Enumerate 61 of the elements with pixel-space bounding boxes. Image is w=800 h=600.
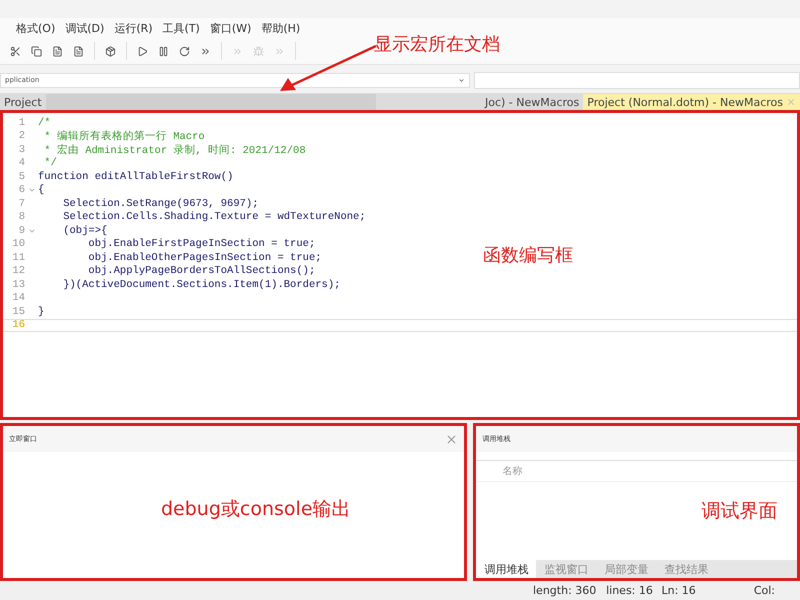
line-number: 16 (11, 319, 25, 332)
line-number: 14 (11, 292, 25, 304)
refresh-icon[interactable] (179, 46, 190, 56)
line-number: 7 (18, 198, 25, 210)
document-tab[interactable]: Project (Normal.dotm) - NewMacros (583, 94, 800, 110)
line-number: 9 (18, 224, 25, 237)
line-number: 3 (18, 144, 25, 156)
code-line: Selection.Cells.Shading.Texture = wdTextureNone; (62, 211, 366, 224)
status-text: lines: 16 (606, 584, 654, 597)
code-line: })(ActiveDocument.Sections.Item(1).Borders); (62, 278, 340, 291)
code-line: obj.ApplyPageBordersToAllSections(); (87, 265, 316, 278)
line-number: 2 (18, 130, 25, 142)
line-number: 1 (18, 116, 25, 129)
copy-icon[interactable] (31, 46, 42, 56)
menu-item[interactable]: 帮助(H) (261, 20, 300, 36)
chevrons-icon[interactable] (200, 46, 211, 56)
line-number: 4 (18, 157, 25, 170)
code-line: obj.EnableFirstPageInSection = true; (87, 238, 316, 250)
panel-tab[interactable]: 调用堆栈 (476, 560, 536, 578)
code-line: Selection.SetRange(9673, 9697); (62, 198, 259, 210)
status-text: Col: (754, 584, 776, 597)
menu-item[interactable]: 运行(R) (114, 20, 153, 36)
line-number: 12 (11, 265, 25, 278)
box-icon[interactable] (105, 46, 116, 56)
status-text: length: 360 (533, 584, 598, 597)
code-line: { (38, 184, 44, 196)
code-line: * 宏由 Administrator 录制, 时间: 2021/12/08 (43, 143, 306, 157)
code-line: * 编辑所有表格的第一行 Macro (43, 129, 205, 144)
annotation-label: debug或console输出 (161, 497, 351, 522)
code-line: */ (43, 157, 57, 170)
menu-item[interactable]: 调试(D) (65, 20, 104, 36)
code-line: (obj=>{ (62, 224, 108, 237)
annotation-label: 调试界面 (701, 499, 778, 524)
document-tab[interactable]: Joc) - NewMacros (480, 94, 584, 110)
code-line: obj.EnableOtherPagesInSection = true; (87, 252, 322, 264)
document-icon[interactable] (52, 46, 63, 56)
menu-item[interactable]: 工具(T) (162, 20, 200, 36)
menu-item[interactable]: 格式(O) (16, 20, 56, 36)
line-number: 15 (11, 306, 25, 318)
line-number: 13 (11, 278, 25, 291)
code-editor[interactable] (0, 110, 800, 420)
line-number: 11 (11, 252, 25, 264)
close-icon[interactable] (445, 432, 458, 446)
document-tab[interactable]: Project (0, 94, 46, 110)
line-number: 10 (11, 238, 25, 250)
code-line: function editAllTableFirstRow() (38, 170, 234, 183)
column-header: 名称 (502, 465, 522, 478)
caret-icon (458, 76, 465, 84)
menu-item[interactable]: 窗口(W) (210, 20, 252, 36)
annotation-label: 函数编写框 (483, 245, 573, 267)
annotation-label: 显示宏所在文档 (374, 33, 500, 56)
code-line: } (38, 306, 44, 318)
status-text: Ln: 16 (662, 584, 697, 597)
pause-icon[interactable] (158, 46, 169, 56)
line-number: 5 (18, 170, 25, 183)
scissors-icon[interactable] (10, 46, 21, 56)
code-line: /* (38, 116, 51, 129)
play-icon[interactable] (137, 46, 148, 56)
document-icon[interactable] (73, 46, 84, 56)
line-number: 6 (18, 184, 25, 196)
line-number: 8 (18, 211, 25, 224)
